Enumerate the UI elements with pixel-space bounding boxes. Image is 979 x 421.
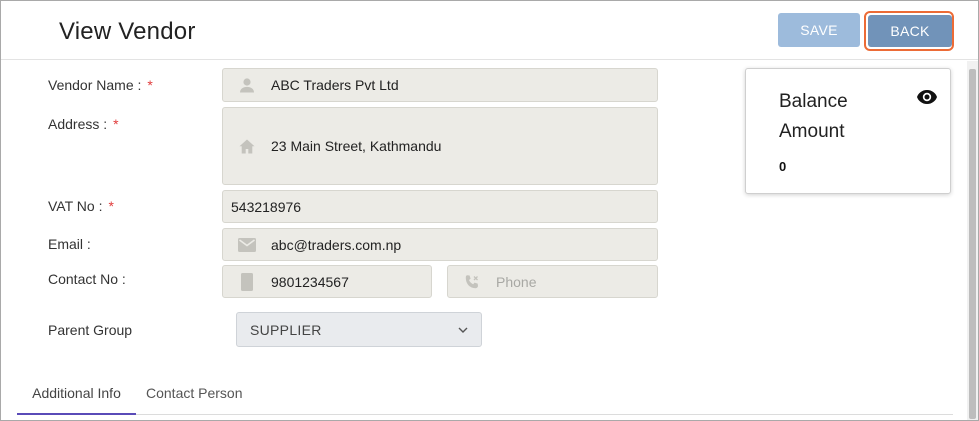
address-label-text: Address : <box>48 116 108 132</box>
eye-icon[interactable] <box>916 89 938 105</box>
balance-value: 0 <box>779 159 787 174</box>
page-header: View Vendor SAVE BACK <box>1 1 978 60</box>
vendor-name-label: Vendor Name : * <box>48 77 153 93</box>
phone-placeholder: Phone <box>496 273 537 290</box>
tab-contact-person[interactable]: Contact Person <box>146 371 243 414</box>
mobile-field[interactable]: 9801234567 <box>222 265 432 298</box>
vertical-scrollbar[interactable] <box>967 61 978 420</box>
phone-icon <box>448 274 496 290</box>
page-title: View Vendor <box>59 18 196 45</box>
vendor-name-field[interactable]: ABC Traders Pvt Ltd <box>222 68 658 102</box>
email-value: abc@traders.com.np <box>271 236 402 253</box>
chevron-down-icon <box>458 327 468 333</box>
email-label: Email : <box>48 236 91 252</box>
scrollbar-thumb[interactable] <box>969 69 976 419</box>
contact-no-label: Contact No : <box>48 271 126 287</box>
back-button[interactable]: BACK <box>868 15 952 47</box>
mobile-value: 9801234567 <box>271 273 349 290</box>
vat-no-label-text: VAT No : <box>48 198 103 214</box>
vat-no-value: 543218976 <box>231 198 302 215</box>
required-marker: * <box>108 198 114 214</box>
parent-group-select[interactable]: SUPPLIER <box>236 312 482 347</box>
tab-bar: Additional Info Contact Person <box>17 371 953 415</box>
parent-group-value: SUPPLIER <box>250 321 322 338</box>
vendor-view-window: View Vendor SAVE BACK Vendor Name : * ABC… <box>0 0 979 421</box>
vendor-name-label-text: Vendor Name : <box>48 77 142 93</box>
home-icon <box>223 139 271 154</box>
address-value: 23 Main Street, Kathmandu <box>271 138 442 154</box>
email-field[interactable]: abc@traders.com.np <box>222 228 658 261</box>
parent-group-label: Parent Group <box>48 322 133 338</box>
mail-icon <box>223 237 271 252</box>
address-label: Address : * <box>48 116 119 132</box>
balance-title: Balance Amount <box>779 91 848 142</box>
phone-field[interactable]: Phone <box>447 265 658 298</box>
save-button[interactable]: SAVE <box>778 13 860 47</box>
vat-no-label: VAT No : * <box>48 198 114 214</box>
required-marker: * <box>113 116 119 132</box>
mobile-icon <box>223 272 271 291</box>
balance-card: Balance Amount 0 <box>745 68 951 194</box>
vendor-name-value: ABC Traders Pvt Ltd <box>271 77 399 93</box>
required-marker: * <box>147 77 153 93</box>
tab-additional-info[interactable]: Additional Info <box>17 371 136 415</box>
address-field[interactable]: 23 Main Street, Kathmandu <box>222 107 658 185</box>
person-icon <box>223 77 271 93</box>
vat-no-field[interactable]: 543218976 <box>222 190 658 223</box>
